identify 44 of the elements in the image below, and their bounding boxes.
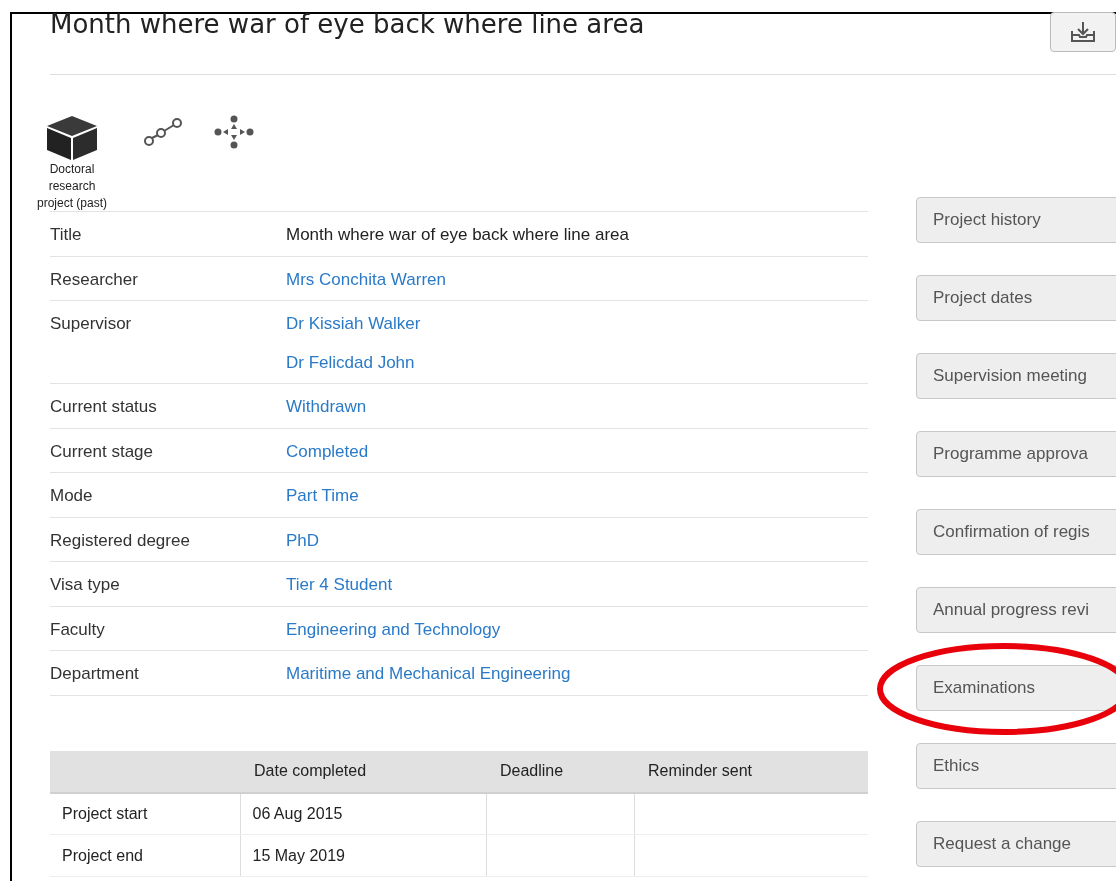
connected-nodes-icon[interactable] bbox=[144, 117, 184, 147]
section-button[interactable]: Project dates bbox=[916, 275, 1116, 321]
column-header: Deadline bbox=[486, 750, 634, 793]
field-label: Current stage bbox=[50, 440, 154, 463]
field-value-link[interactable]: Completed bbox=[286, 441, 369, 461]
field-value-link[interactable]: Maritime and Mechanical Engineering bbox=[286, 664, 571, 683]
field-label: Researcher bbox=[50, 268, 139, 291]
download-tray-icon bbox=[1070, 21, 1096, 43]
field-label: Supervisor bbox=[50, 313, 133, 335]
field-value-link[interactable]: PhD bbox=[286, 530, 320, 550]
section-button[interactable]: Ethics bbox=[916, 743, 1116, 789]
field-value-link[interactable]: Mrs Conchita Warren bbox=[286, 269, 446, 289]
field-label: Department bbox=[50, 663, 140, 685]
field-value-link[interactable]: Dr Felicdad John bbox=[286, 352, 415, 372]
section-button[interactable]: Programme approva bbox=[916, 431, 1116, 477]
table-cell: Project start bbox=[50, 792, 240, 835]
cube-icon bbox=[46, 115, 98, 161]
section-button[interactable]: Request a change bbox=[916, 821, 1116, 867]
project-type-label: Doctoral research project (past) bbox=[36, 161, 108, 212]
page-title: Month where war of eye back where line area bbox=[50, 10, 645, 38]
section-button[interactable]: Confirmation of regis bbox=[916, 509, 1116, 555]
field-value-link[interactable]: Engineering and Technology bbox=[286, 619, 501, 639]
cross-arrows-icon[interactable] bbox=[214, 115, 254, 149]
field-value-link[interactable]: Part Time bbox=[286, 486, 359, 505]
section-button[interactable]: Annual progress revi bbox=[916, 587, 1116, 633]
field-label: Registered degree bbox=[50, 529, 191, 552]
column-header: Reminder sent bbox=[634, 750, 868, 793]
field-label: Mode bbox=[50, 485, 94, 507]
field-value: Month where war of eye back where line area bbox=[286, 225, 629, 244]
table-cell: 06 Aug 2015 bbox=[240, 792, 486, 835]
section-button[interactable]: Supervision meeting bbox=[916, 353, 1116, 399]
field-label: Title bbox=[50, 224, 83, 246]
field-value-link[interactable]: Tier 4 Student bbox=[286, 575, 393, 594]
field-value-link[interactable]: Withdrawn bbox=[286, 397, 367, 416]
column-header: Date completed bbox=[240, 750, 486, 793]
field-value-link[interactable]: Dr Kissiah Walker bbox=[286, 314, 421, 333]
section-button[interactable]: Project history bbox=[916, 197, 1116, 243]
table-cell: Project end bbox=[50, 834, 240, 877]
download-button[interactable] bbox=[1050, 12, 1116, 52]
field-label: Current status bbox=[50, 396, 158, 418]
field-label: Faculty bbox=[50, 618, 106, 641]
section-button[interactable]: Examinations bbox=[916, 665, 1116, 711]
field-label: Visa type bbox=[50, 574, 121, 596]
table-cell: 15 May 2019 bbox=[240, 834, 486, 877]
